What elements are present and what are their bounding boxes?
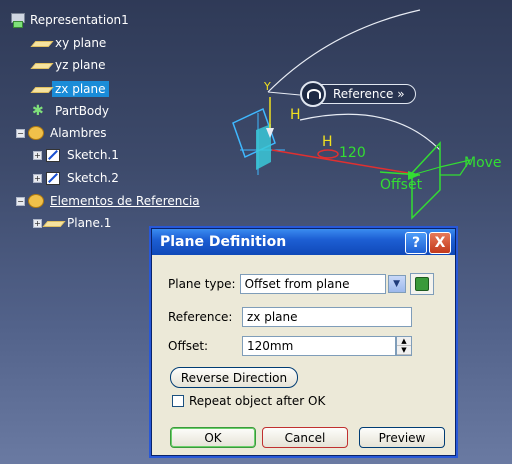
sketch-icon	[44, 147, 62, 163]
handle-y-label: Y	[264, 80, 271, 93]
reverse-direction-button[interactable]: Reverse Direction	[170, 367, 298, 388]
geometrical-set-icon	[27, 193, 45, 209]
tree-item-label: PartBody	[55, 104, 109, 118]
ref-leader	[267, 91, 301, 96]
tree-root-label: Representation1	[30, 13, 129, 27]
plane-type-select[interactable]: Offset from plane	[239, 274, 386, 294]
reference-label: Reference »	[318, 84, 416, 104]
tree-item-label: zx plane	[52, 81, 109, 97]
tree-item-elementos[interactable]: − Elementos de Referencia	[16, 192, 203, 210]
reference-icon	[300, 81, 326, 107]
repeat-row: Repeat object after OK	[172, 394, 325, 408]
tree-item-label: Plane.1	[67, 216, 112, 230]
preview-button[interactable]: Preview	[359, 427, 445, 448]
reference-field[interactable]: zx plane	[242, 307, 412, 327]
tree-item-label: Alambres	[50, 126, 107, 140]
dialog-titlebar[interactable]: Plane Definition ? X	[152, 229, 455, 255]
plane-icon	[30, 57, 54, 73]
ok-button[interactable]: OK	[170, 427, 256, 448]
spin-up-icon[interactable]: ▲	[397, 337, 411, 346]
offset-label: Offset	[380, 177, 423, 193]
offset-dimension-value[interactable]: 120	[339, 145, 366, 161]
plane-type-row: Plane type: Offset from plane ▼	[168, 273, 434, 295]
tree-item-label: yz plane	[55, 58, 106, 72]
offset-input[interactable]: 120mm	[242, 336, 396, 356]
part-icon	[10, 13, 25, 28]
plane-type-lock-button[interactable]	[409, 273, 434, 295]
offset-row: Offset: 120mm ▲ ▼	[168, 336, 412, 356]
spin-down-icon[interactable]: ▼	[397, 346, 411, 355]
chevron-down-icon[interactable]: ▼	[387, 275, 406, 293]
specification-tree: Representation1 xy plane yz plane zx pla…	[0, 0, 260, 240]
plane-definition-dialog: Plane Definition ? X Plane type: Offset …	[151, 228, 456, 456]
tree-item-zx-plane[interactable]: zx plane	[30, 80, 109, 98]
repeat-checkbox[interactable]	[172, 395, 184, 407]
reference-row: Reference: zx plane	[168, 307, 412, 327]
tree-root[interactable]: Representation1	[10, 11, 132, 29]
tree-item-alambres[interactable]: − Alambres	[16, 124, 110, 142]
tree-item-sketch-1[interactable]: + Sketch.1	[33, 146, 122, 164]
offset-arc	[299, 113, 441, 151]
plane-icon	[30, 81, 54, 97]
tree-item-label: xy plane	[55, 36, 107, 50]
tree-item-label: Sketch.2	[67, 171, 119, 185]
plane-icon	[42, 215, 66, 231]
tree-item-partbody[interactable]: ✱ PartBody	[32, 102, 112, 120]
collapse-icon[interactable]: −	[16, 196, 25, 206]
tree-item-label: Elementos de Referencia	[50, 194, 200, 208]
h-label-1: H	[290, 107, 301, 123]
expand-icon[interactable]: +	[33, 150, 42, 160]
plane-type-label: Plane type:	[168, 277, 236, 291]
cancel-button[interactable]: Cancel	[262, 427, 348, 448]
close-button[interactable]: X	[429, 232, 451, 254]
rotation-arc	[267, 9, 421, 93]
tree-item-plane-1[interactable]: + Plane.1	[33, 214, 114, 232]
repeat-label: Repeat object after OK	[189, 394, 326, 408]
tree-item-xy-plane[interactable]: xy plane	[30, 34, 109, 52]
expand-icon[interactable]: +	[33, 173, 42, 183]
expand-icon[interactable]: +	[33, 218, 42, 228]
h-label-2: H	[322, 134, 333, 150]
collapse-icon[interactable]: −	[16, 128, 25, 138]
tree-item-sketch-2[interactable]: + Sketch.2	[33, 169, 122, 187]
offset-label: Offset:	[168, 339, 209, 353]
geometrical-set-icon	[27, 125, 45, 141]
reference-label: Reference:	[168, 310, 233, 324]
tree-item-yz-plane[interactable]: yz plane	[30, 56, 109, 74]
tree-item-label: Sketch.1	[67, 148, 119, 162]
sketch-icon	[44, 170, 62, 186]
dimension-marker	[317, 149, 339, 159]
gear-icon: ✱	[32, 103, 44, 119]
offset-spinner[interactable]: ▲ ▼	[396, 336, 412, 356]
plane-icon	[30, 35, 54, 51]
dialog-title: Plane Definition	[160, 234, 287, 250]
move-label[interactable]: Move	[464, 155, 502, 171]
help-button[interactable]: ?	[405, 232, 427, 254]
reference-button[interactable]: Reference »	[300, 81, 416, 107]
lock-icon	[414, 277, 429, 291]
